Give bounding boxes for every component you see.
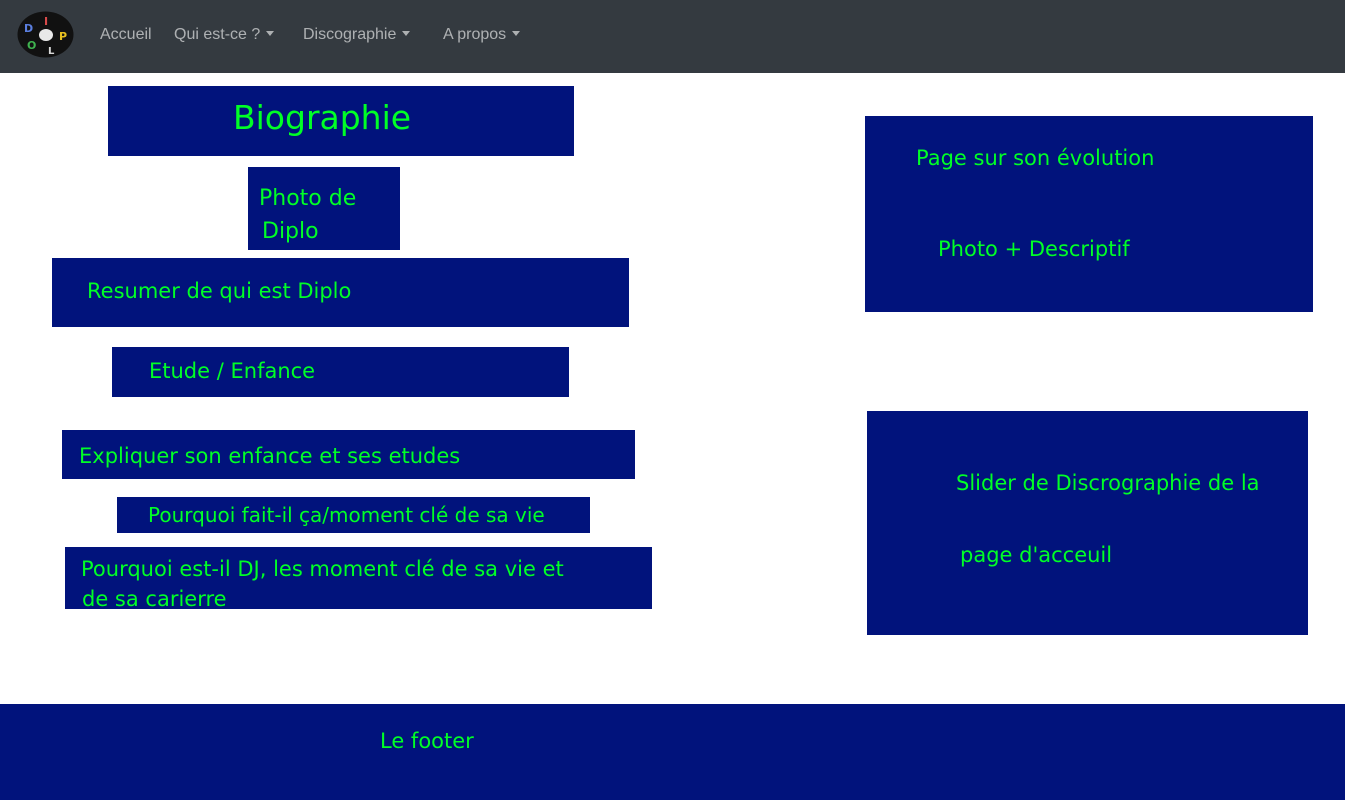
footer-text: Le footer [380, 729, 474, 753]
nav-item-label: A propos [443, 26, 507, 43]
nav-item-accueil[interactable]: Accueil [100, 23, 152, 47]
logo-letter-p: P [59, 30, 67, 43]
nav-item-label: Discographie [303, 26, 397, 43]
nav-item-label: Qui est-ce ? [174, 26, 261, 43]
evolution-block: Page sur son évolution Photo + Descripti… [865, 116, 1313, 312]
evolution-content: Photo + Descriptif [938, 237, 1130, 261]
logo-letter-d: D [24, 22, 33, 35]
photo-label-line1: Photo de [259, 186, 357, 211]
nav-item-label: Accueil [100, 26, 152, 43]
navbar: D I P L O Accueil Qui est-ce ? Discograp… [0, 0, 1345, 73]
photo-label-line2: Diplo [262, 219, 319, 244]
why-text-line2: de sa carierre [82, 587, 227, 611]
nav-item-a-propos[interactable]: A propos [443, 23, 521, 47]
logo-letter-i: I [44, 15, 48, 28]
why-text-line1: Pourquoi est-il DJ, les moment clé de sa… [81, 557, 564, 581]
caret-down-icon [266, 31, 275, 36]
logo-letter-l: L [48, 46, 55, 57]
discography-slider-block: Slider de Discrographie de la page d'acc… [867, 411, 1308, 635]
why-heading: Pourquoi fait-il ça/moment clé de sa vie [148, 503, 545, 527]
biography-title-block: Biographie [108, 86, 574, 156]
evolution-title: Page sur son évolution [916, 146, 1155, 170]
page-title: Biographie [233, 98, 412, 137]
nav-item-qui-est-ce[interactable]: Qui est-ce ? [174, 23, 275, 47]
footer: Le footer [0, 704, 1345, 800]
diplo-logo-icon[interactable]: D I P L O [17, 11, 74, 58]
caret-down-icon [402, 31, 411, 36]
studies-heading: Etude / Enfance [149, 359, 316, 383]
caret-down-icon [512, 31, 521, 36]
slider-text-line1: Slider de Discrographie de la [956, 471, 1260, 495]
photo-placeholder: Photo de Diplo [248, 167, 400, 250]
summary-block: Resumer de qui est Diplo [52, 258, 629, 327]
summary-text: Resumer de qui est Diplo [87, 279, 352, 303]
studies-text: Expliquer son enfance et ses etudes [79, 444, 461, 468]
slider-text-line2: page d'acceuil [960, 543, 1113, 567]
nav-item-discographie[interactable]: Discographie [303, 23, 411, 47]
why-text-block: Pourquoi est-il DJ, les moment clé de sa… [65, 547, 652, 611]
studies-text-block: Expliquer son enfance et ses etudes [62, 430, 635, 479]
why-heading-block: Pourquoi fait-il ça/moment clé de sa vie [117, 497, 590, 533]
studies-heading-block: Etude / Enfance [112, 347, 569, 397]
logo-letter-o: O [27, 39, 36, 52]
